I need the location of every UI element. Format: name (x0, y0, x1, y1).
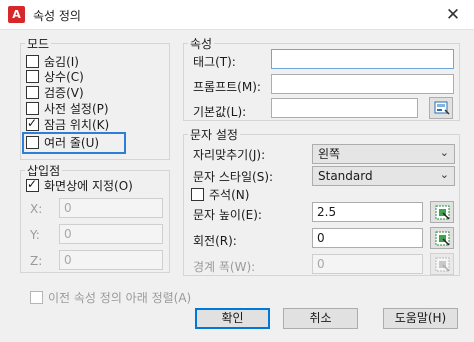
close-icon[interactable]: ✕ (442, 4, 464, 26)
multiline-label: 여러 줄(U) (44, 136, 100, 150)
pick-point-icon (435, 231, 450, 246)
align-below-checkbox[interactable]: 이전 속성 정의 아래 정렬(A) (30, 289, 191, 306)
boundary-width-label: 경계 폭(W): (193, 260, 256, 274)
checkbox-box[interactable] (26, 136, 39, 149)
y-field[interactable]: 0 (59, 224, 163, 244)
text-height-field[interactable]: 2.5 (312, 202, 423, 222)
z-label: Z: (30, 254, 43, 268)
pick-point-icon (435, 257, 450, 272)
prompt-label: 프롬프트(M): (193, 80, 261, 94)
rotation-field[interactable]: 0 (312, 228, 423, 248)
multiline-checkbox[interactable]: 여러 줄(U) (26, 134, 99, 151)
checkbox-box[interactable] (26, 55, 39, 68)
x-label: X: (30, 202, 43, 216)
justification-select[interactable]: 왼쪽 ⌄ (312, 144, 455, 164)
annotative-checkbox[interactable]: 주석(N) (191, 186, 249, 203)
z-field[interactable]: 0 (59, 250, 163, 270)
app-icon: A (8, 6, 25, 23)
checkbox-box[interactable] (26, 70, 39, 83)
checkbox-box[interactable] (26, 177, 39, 192)
mode-heading: 모드 (25, 35, 52, 52)
constant-checkbox[interactable]: 상수(C) (26, 68, 84, 85)
default-label: 기본값(L): (193, 105, 247, 119)
pick-height-button[interactable] (430, 201, 454, 223)
insert-field-button[interactable] (429, 97, 453, 119)
text-style-select[interactable]: Standard ⌄ (312, 166, 455, 186)
help-button[interactable]: 도움말(H) (383, 308, 458, 329)
verify-label: 검증(V) (44, 86, 84, 100)
attribute-heading: 속성 (188, 35, 215, 52)
lock-position-checkbox[interactable]: 잠금 위치(K) (26, 116, 109, 133)
constant-label: 상수(C) (44, 70, 84, 84)
insert-field-icon (434, 101, 450, 115)
pick-boundary-button[interactable] (430, 253, 454, 275)
checkbox-box[interactable] (191, 188, 204, 201)
title-bar: A 속성 정의 ✕ (0, 0, 474, 30)
chevron-down-icon: ⌄ (439, 146, 449, 159)
boundary-width-field[interactable]: 0 (312, 254, 423, 274)
text-style-value: Standard (318, 169, 373, 183)
justification-value: 왼쪽 (318, 147, 341, 161)
text-height-label: 문자 높이(E): (193, 208, 262, 222)
preset-label: 사전 설정(P) (44, 102, 109, 116)
y-label: Y: (30, 228, 40, 242)
justification-label: 자리맞추기(J): (193, 148, 266, 162)
text-style-label: 문자 스타일(S): (193, 170, 274, 184)
checkbox-box[interactable] (26, 116, 39, 131)
checkbox-box[interactable] (30, 291, 43, 304)
tag-field[interactable] (271, 49, 454, 69)
annotative-label: 주석(N) (209, 188, 250, 202)
verify-checkbox[interactable]: 검증(V) (26, 84, 84, 101)
chevron-down-icon: ⌄ (439, 168, 449, 181)
ok-button[interactable]: 확인 (195, 308, 270, 329)
tag-label: 태그(T): (193, 55, 236, 69)
specify-on-screen-label: 화면상에 지정(O) (44, 179, 133, 193)
window-title: 속성 정의 (33, 9, 81, 23)
pick-point-icon (435, 205, 450, 220)
prompt-field[interactable] (271, 74, 454, 94)
default-field[interactable] (271, 98, 418, 118)
preset-checkbox[interactable]: 사전 설정(P) (26, 100, 109, 117)
text-settings-heading: 문자 설정 (188, 126, 240, 143)
lock-position-label: 잠금 위치(K) (44, 118, 110, 132)
rotation-label: 회전(R): (193, 234, 237, 248)
checkbox-box[interactable] (26, 86, 39, 99)
pick-rotation-button[interactable] (430, 227, 454, 249)
cancel-button[interactable]: 취소 (283, 308, 358, 329)
x-field[interactable]: 0 (59, 198, 163, 218)
checkbox-box[interactable] (26, 102, 39, 115)
align-below-label: 이전 속성 정의 아래 정렬(A) (48, 291, 192, 305)
specify-on-screen-checkbox[interactable]: 화면상에 지정(O) (26, 177, 133, 194)
